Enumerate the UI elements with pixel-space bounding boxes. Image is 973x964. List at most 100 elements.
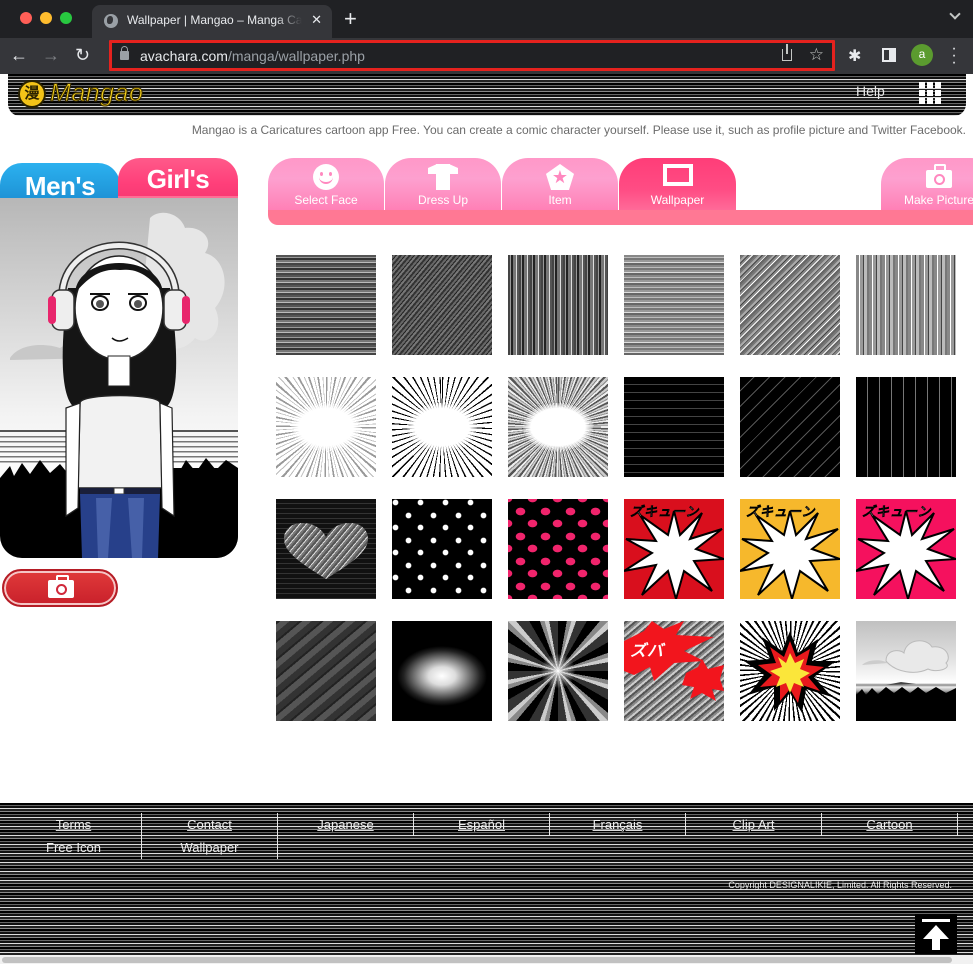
smile-icon	[313, 164, 339, 190]
tab-item[interactable]: Item	[502, 158, 618, 210]
footer-link-free-icon[interactable]: Free Icon	[6, 836, 142, 859]
tab-label: Dress Up	[417, 193, 468, 207]
wallpaper-black-horizontal-lines[interactable]	[624, 377, 724, 477]
address-bar[interactable]: avachara.com/manga/wallpaper.php ☆	[109, 40, 835, 71]
wallpaper-horizontal-stripes-dark[interactable]	[276, 255, 376, 355]
tab-wallpaper[interactable]: Wallpaper	[619, 158, 736, 210]
profile-avatar[interactable]: a	[911, 44, 933, 66]
footer-link-terms[interactable]: Terms	[6, 813, 142, 836]
frame-icon	[662, 164, 693, 186]
lock-icon[interactable]	[120, 46, 129, 60]
arm-right	[159, 402, 175, 518]
help-link[interactable]: Help	[856, 83, 885, 99]
window-zoom-button[interactable]	[60, 12, 72, 24]
tab-label: Make Picture	[903, 193, 973, 207]
spike-text: ズキューン	[630, 504, 700, 520]
spike-text: ズキューン	[862, 504, 932, 520]
footer-link-wallpaper[interactable]: Wallpaper	[142, 836, 278, 859]
category-tab-bar	[268, 210, 973, 225]
back-to-top-button[interactable]	[915, 914, 957, 954]
site-header: 漫 Mangao Help	[8, 74, 966, 116]
footer-link-contact[interactable]: Contact	[142, 813, 278, 836]
footer-link-cartoon[interactable]: Cartoon	[822, 813, 958, 836]
scrollbar-thumb[interactable]	[2, 957, 952, 963]
back-icon[interactable]: ←	[10, 44, 28, 66]
jeans	[80, 494, 160, 558]
browser-tab-bar: Wallpaper | Mangao – Manga Caricatures ✕…	[0, 0, 973, 38]
character-illustration	[0, 212, 238, 558]
site-tagline: Mangao is a Caricatures cartoon app Free…	[191, 123, 966, 137]
window-minimize-button[interactable]	[40, 12, 52, 24]
browser-tab-active[interactable]: Wallpaper | Mangao – Manga Caricatures ✕	[92, 5, 332, 38]
browser-toolbar: ← → ↻ avachara.com/manga/wallpaper.php ☆…	[0, 38, 973, 74]
wallpaper-dark-diagonal-bands[interactable]	[276, 621, 376, 721]
forward-icon[interactable]: →	[42, 44, 60, 66]
footer-link-japanese[interactable]: Japanese	[278, 813, 414, 836]
footer-links: Terms Contact Japanese Español Français …	[6, 813, 966, 859]
tab-girls[interactable]: Girl's	[118, 158, 238, 200]
tab-dress-up[interactable]: Dress Up	[385, 158, 501, 210]
camera-icon	[48, 575, 74, 598]
tab-label: Select Face	[294, 193, 358, 207]
wallpaper-burst-red[interactable]: ズキューン	[624, 499, 724, 599]
reload-icon[interactable]: ↻	[75, 44, 90, 66]
wallpaper-light-rays[interactable]	[508, 621, 608, 721]
wallpaper-black-vertical-lines[interactable]	[856, 377, 956, 477]
tab-label: Wallpaper	[650, 193, 705, 207]
wallpaper-black-diagonal-lines[interactable]	[740, 377, 840, 477]
wallpaper-speed-lines-soft[interactable]	[508, 377, 608, 477]
globe-icon	[104, 14, 118, 28]
share-icon[interactable]	[782, 44, 792, 61]
wallpaper-speed-lines-black[interactable]	[392, 377, 492, 477]
wallpaper-burst-pink[interactable]: ズキューン	[856, 499, 956, 599]
wallpaper-striped-heart[interactable]	[276, 499, 376, 599]
bookmark-star-icon[interactable]: ☆	[809, 45, 824, 65]
mangao-logo[interactable]: 漫 Mangao	[18, 79, 143, 108]
url-text[interactable]: avachara.com/manga/wallpaper.php	[140, 48, 365, 64]
wallpaper-speed-lines-gray[interactable]	[276, 377, 376, 477]
footer-link-francais[interactable]: Français	[550, 813, 686, 836]
wallpaper-vertical-stripes-light[interactable]	[856, 255, 956, 355]
arm-left	[65, 402, 81, 518]
wallpaper-pink-hearts-pattern[interactable]	[508, 499, 608, 599]
wallpaper-radial-glow[interactable]	[392, 621, 492, 721]
spike-text: ズキューン	[746, 504, 816, 520]
camera-icon	[926, 164, 952, 188]
tab-mens[interactable]: Men's	[0, 163, 120, 203]
pentagon-star-icon	[546, 164, 574, 190]
character-preview	[0, 198, 238, 558]
heart-shape	[284, 523, 368, 579]
logo-badge-icon: 漫	[18, 79, 46, 108]
wallpaper-cloud-landscape[interactable]	[856, 621, 956, 721]
horizontal-scrollbar[interactable]	[0, 955, 973, 964]
wallpaper-diagonal-stripes-light[interactable]	[740, 255, 840, 355]
zubi-text: ズバ	[630, 643, 665, 660]
apps-grid-icon[interactable]	[919, 82, 943, 104]
wallpaper-vertical-stripes-dark[interactable]	[508, 255, 608, 355]
footer-link-clip-art[interactable]: Clip Art	[686, 813, 822, 836]
tshirt-icon	[428, 164, 458, 190]
extensions-icon[interactable]: ✱	[848, 46, 861, 66]
wallpaper-zubi-red-splash[interactable]: ズバ	[624, 621, 724, 721]
tab-close-icon[interactable]: ✕	[311, 12, 322, 28]
url-domain: avachara.com	[140, 48, 228, 64]
side-panel-icon[interactable]	[882, 48, 896, 62]
wallpaper-burst-yellow[interactable]: ズキューン	[740, 499, 840, 599]
wallpaper-diagonal-stripes-dark[interactable]	[392, 255, 492, 355]
url-path: /manga/wallpaper.php	[227, 48, 365, 64]
tab-search-chevron-icon[interactable]	[949, 8, 961, 20]
new-tab-button[interactable]: +	[344, 6, 357, 32]
tab-select-face[interactable]: Select Face	[268, 158, 384, 210]
wallpaper-explosion[interactable]	[740, 621, 840, 721]
site-footer: Terms Contact Japanese Español Français …	[0, 803, 973, 955]
footer-link-espanol[interactable]: Español	[414, 813, 550, 836]
logo-text: Mangao	[49, 79, 144, 108]
save-picture-button[interactable]	[2, 569, 118, 607]
wallpaper-horizontal-stripes-light[interactable]	[624, 255, 724, 355]
tab-title: Wallpaper | Mangao – Manga Caricatures	[127, 13, 302, 27]
wallpaper-skull-pattern[interactable]	[392, 499, 492, 599]
more-menu-icon[interactable]: · · ·	[951, 41, 957, 71]
tab-make-picture[interactable]: Make Picture	[881, 158, 973, 210]
window-close-button[interactable]	[20, 12, 32, 24]
camisole	[77, 394, 163, 489]
